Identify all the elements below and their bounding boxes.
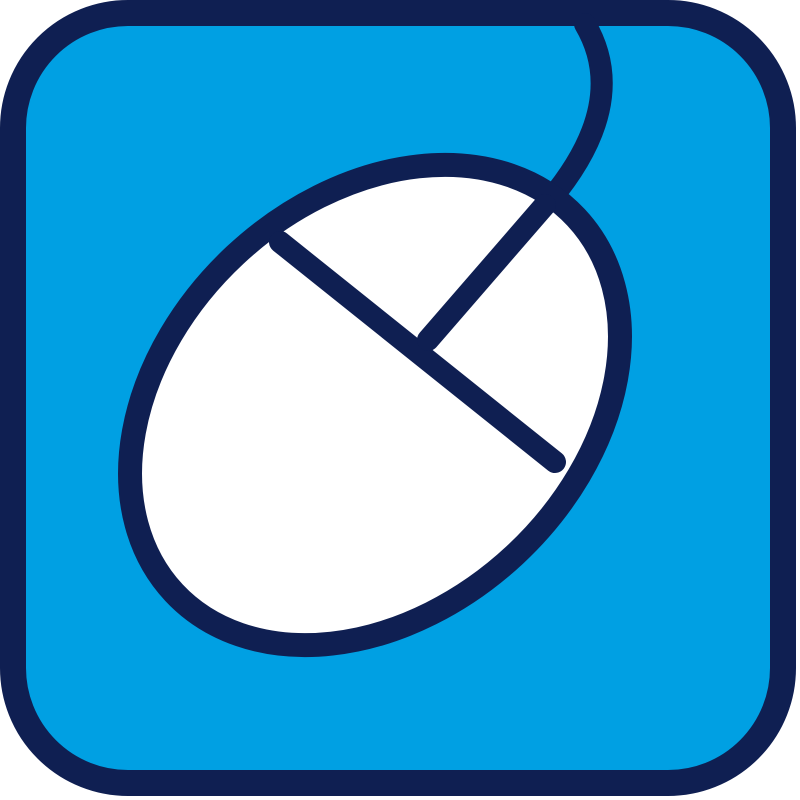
computer-mouse-icon <box>0 0 796 796</box>
app-icon <box>0 0 800 800</box>
